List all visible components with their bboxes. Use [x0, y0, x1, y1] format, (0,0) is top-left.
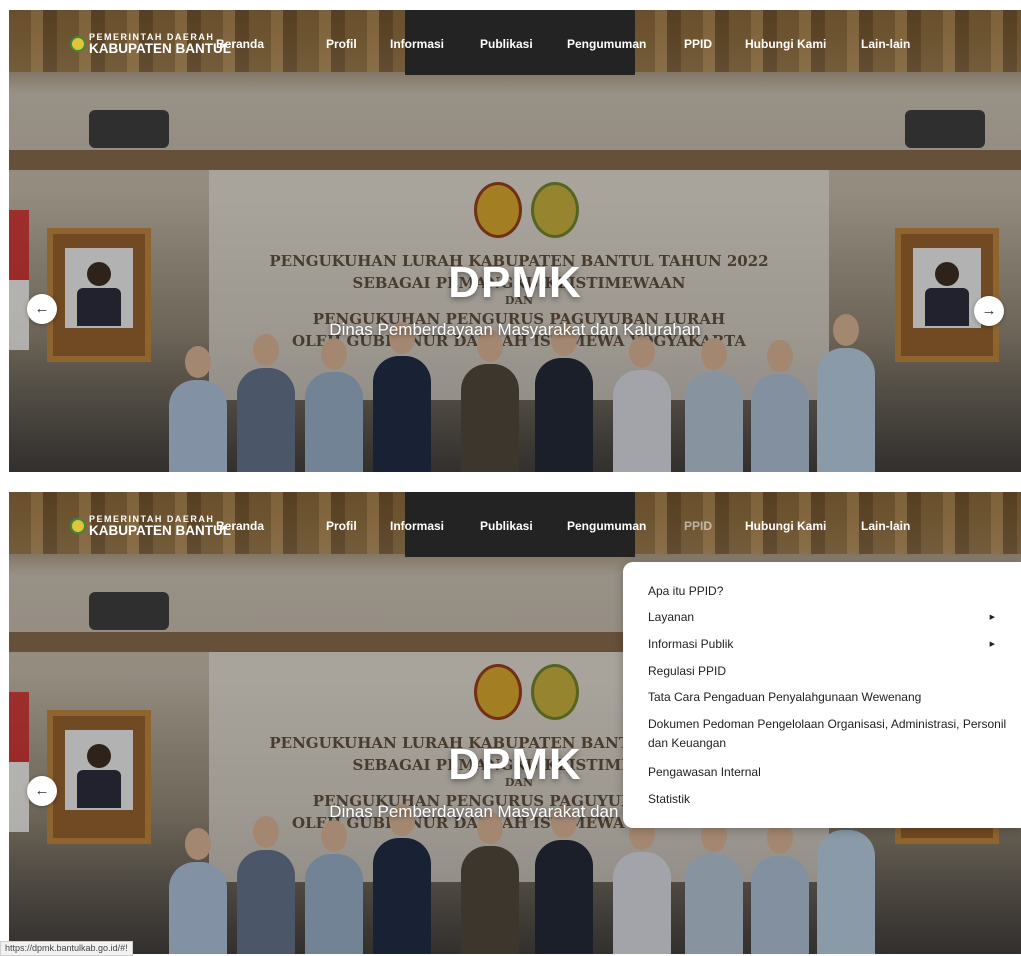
slider-prev-button[interactable]: ← — [27, 776, 57, 806]
ppid-dropdown-menu: Apa itu PPID? Layanan ▶ Informasi Publik… — [623, 562, 1021, 828]
hero-slider: PENGUKUHAN LURAH KABUPATEN BANTUL TAHUN … — [9, 10, 1021, 472]
logo-line2: KABUPATEN BANTUL — [89, 523, 231, 538]
menu-item-dokumen-pedoman[interactable]: Dokumen Pedoman Pengelolaan Organisasi, … — [648, 715, 1009, 753]
logo-line2: KABUPATEN BANTUL — [89, 41, 231, 56]
menu-item-regulasi-ppid[interactable]: Regulasi PPID — [648, 662, 1009, 681]
logo-emblem-icon — [70, 517, 86, 534]
menu-item-layanan[interactable]: Layanan ▶ — [648, 608, 1009, 627]
menu-item-label: Tata Cara Pengaduan Penyalahgunaan Wewen… — [648, 690, 922, 704]
site-logo[interactable]: PEMERINTAH DAERAH KABUPATEN BANTUL — [70, 514, 231, 537]
menu-item-label: Regulasi PPID — [648, 664, 727, 678]
menu-item-label: Dokumen Pedoman Pengelolaan Organisasi, … — [648, 717, 1007, 750]
nav-beranda[interactable]: Beranda — [216, 519, 264, 533]
menu-item-pengawasan-internal[interactable]: Pengawasan Internal — [648, 763, 1009, 782]
nav-ppid[interactable]: PPID — [684, 519, 712, 533]
overlay — [9, 10, 1021, 472]
slider-prev-button[interactable]: ← — [27, 294, 57, 324]
nav-informasi[interactable]: Informasi — [390, 37, 444, 51]
caret-right-icon: ▶ — [989, 614, 995, 621]
nav-publikasi[interactable]: Publikasi — [480, 37, 533, 51]
nav-beranda[interactable]: Beranda — [216, 37, 264, 51]
menu-item-apa-itu-ppid[interactable]: Apa itu PPID? — [648, 582, 1009, 601]
nav-publikasi[interactable]: Publikasi — [480, 519, 533, 533]
menu-item-label: Statistik — [648, 792, 691, 806]
site-logo[interactable]: PEMERINTAH DAERAH KABUPATEN BANTUL — [70, 32, 231, 55]
nav-ppid[interactable]: PPID — [684, 37, 712, 51]
menu-item-label: Informasi Publik — [648, 637, 734, 651]
nav-lain-lain[interactable]: Lain-lain — [861, 37, 910, 51]
logo-text: PEMERINTAH DAERAH KABUPATEN BANTUL — [89, 32, 231, 55]
menu-item-label: Layanan — [648, 610, 695, 624]
caret-right-icon: ▶ — [989, 641, 995, 648]
menu-item-label: Apa itu PPID? — [648, 584, 724, 598]
arrow-left-icon: ← — [34, 300, 50, 317]
logo-text: PEMERINTAH DAERAH KABUPATEN BANTUL — [89, 514, 231, 537]
hero-title: DPMK — [448, 258, 582, 307]
menu-item-label: Pengawasan Internal — [648, 765, 761, 779]
arrow-right-icon: → — [981, 302, 997, 319]
nav-pengumuman[interactable]: Pengumuman — [567, 519, 646, 533]
menu-item-tata-cara-pengaduan[interactable]: Tata Cara Pengaduan Penyalahgunaan Wewen… — [648, 688, 1009, 707]
nav-lain-lain[interactable]: Lain-lain — [861, 519, 910, 533]
nav-pengumuman[interactable]: Pengumuman — [567, 37, 646, 51]
slider-next-button[interactable]: → — [974, 296, 1004, 326]
nav-hubungi-kami[interactable]: Hubungi Kami — [745, 37, 826, 51]
main-navbar: PEMERINTAH DAERAH KABUPATEN BANTUL Beran… — [9, 508, 1021, 544]
hero-subtitle: Dinas Pemberdayaan Masyarakat dan Kalura… — [329, 320, 701, 339]
nav-profil[interactable]: Profil — [326, 519, 357, 533]
nav-informasi[interactable]: Informasi — [390, 519, 444, 533]
nav-hubungi-kami[interactable]: Hubungi Kami — [745, 519, 826, 533]
logo-emblem-icon — [70, 35, 86, 52]
menu-item-informasi-publik[interactable]: Informasi Publik ▶ — [648, 635, 1009, 654]
nav-profil[interactable]: Profil — [326, 37, 357, 51]
arrow-left-icon: ← — [34, 782, 50, 799]
main-navbar: PEMERINTAH DAERAH KABUPATEN BANTUL Beran… — [9, 26, 1021, 62]
menu-item-statistik[interactable]: Statistik — [648, 790, 1009, 809]
